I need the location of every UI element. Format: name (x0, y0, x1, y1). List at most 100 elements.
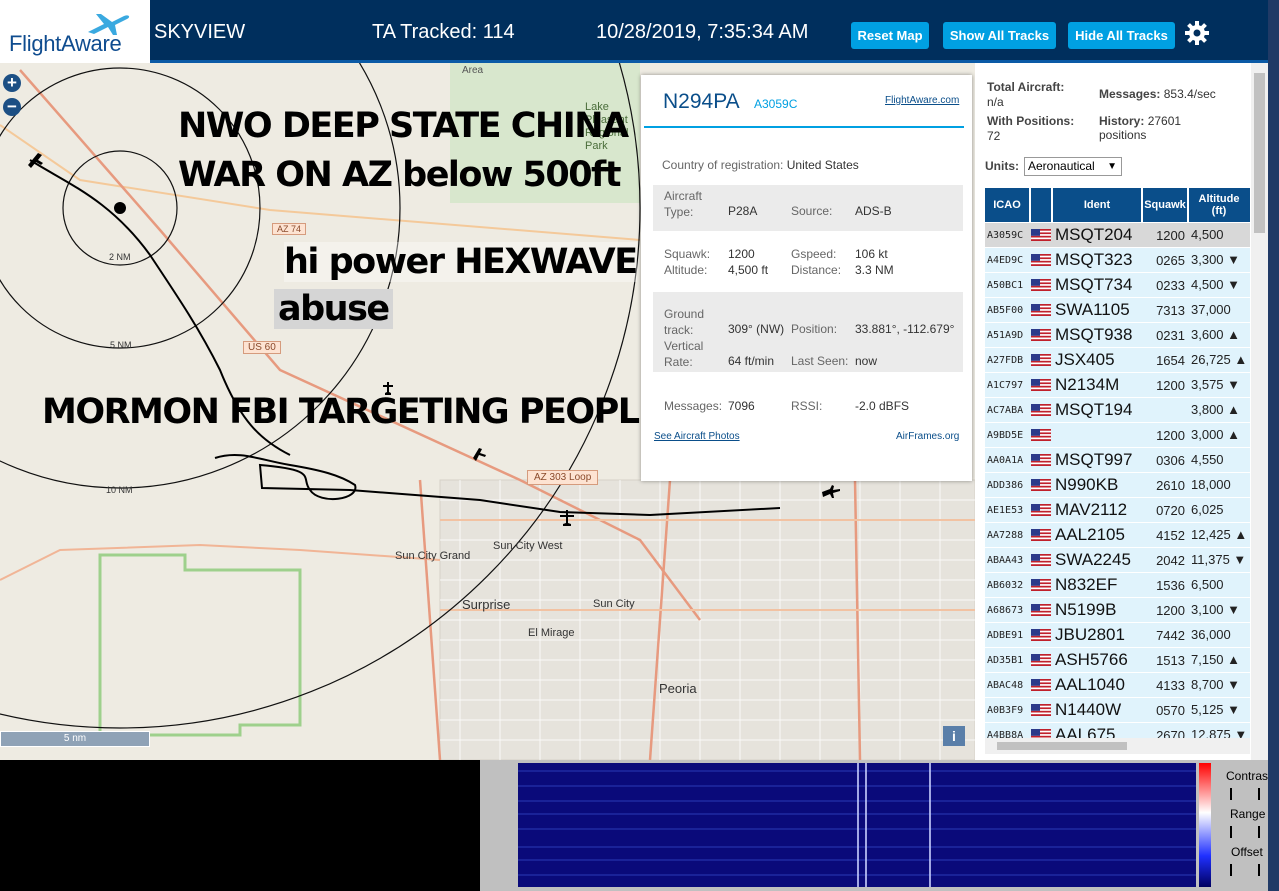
overlay-annotation: MORMON FBI TARGETING PEOPLE (42, 392, 663, 432)
source-label: Source: (791, 204, 833, 218)
skyview-app: FlightAware SKYVIEW TA Tracked: 114 10/2… (0, 0, 1279, 891)
messages-label: Messages: (664, 399, 723, 413)
hide-all-tracks-button[interactable]: Hide All Tracks (1068, 22, 1175, 49)
row-icao: AA7288 (987, 530, 1024, 541)
messages-rate-value: 853.4/sec (1163, 87, 1216, 101)
rssi-value: -2.0 dBFS (855, 399, 910, 413)
table-row[interactable]: A9BD5E 1200 3,000 ▲ (985, 423, 1250, 448)
row-ident: AAL1040 (1055, 675, 1125, 694)
popup-divider (644, 126, 964, 128)
app-title: SKYVIEW (154, 21, 246, 43)
table-row[interactable]: A51A9D MSQT938 0231 3,600 ▲ (985, 323, 1250, 348)
row-icao: A51A9D (987, 330, 1024, 341)
table-row[interactable]: AB5F00 SWA1105 7313 37,000 (985, 298, 1250, 323)
column-squawk[interactable]: Squawk (1143, 188, 1187, 222)
table-row[interactable]: AA0A1A MSQT997 0306 4,550 (985, 448, 1250, 473)
row-altitude: 5,125 ▼ (1191, 702, 1241, 717)
row-ident: N2134M (1055, 375, 1120, 394)
zoom-in-button[interactable]: + (3, 74, 21, 92)
row-icao: A1C797 (987, 380, 1024, 391)
column-icao[interactable]: ICAO (985, 188, 1029, 222)
table-row[interactable]: ADD386 N990KB 2610 18,000 (985, 473, 1250, 498)
airframes-link[interactable]: AirFrames.org (896, 431, 959, 442)
row-squawk: 0306 (1156, 453, 1185, 468)
us-flag-icon (1031, 254, 1051, 266)
table-row[interactable]: A4ED9C MSQT323 0265 3,300 ▼ (985, 248, 1250, 273)
row-ident: MSQT323 (1055, 250, 1133, 269)
tracked-count: TA Tracked: 114 (372, 21, 515, 43)
row-squawk: 4152 (1156, 528, 1185, 543)
table-row[interactable]: A3059C MSQT204 1200 4,500 (985, 223, 1250, 248)
overlay-annotation: hi power HEXWAVE (284, 242, 638, 282)
horizontal-scrollbar[interactable] (985, 738, 1250, 754)
table-row[interactable]: ABAA43 SWA2245 2042 11,375 ▼ (985, 548, 1250, 573)
us-flag-icon (1031, 454, 1051, 466)
reset-map-button[interactable]: Reset Map (851, 22, 929, 49)
row-icao: A9BD5E (987, 430, 1024, 441)
vertical-scrollbar[interactable] (1251, 63, 1268, 760)
us-flag-icon (1031, 229, 1051, 241)
zoom-out-button[interactable]: − (3, 98, 21, 116)
overlay-annotation: NWO DEEP STATE CHINA (178, 106, 629, 146)
source-value: ADS-B (855, 204, 892, 218)
row-altitude: 4,500 (1191, 227, 1224, 242)
row-ident: JBU2801 (1055, 625, 1125, 644)
waterfall-display[interactable] (518, 763, 1196, 887)
table-row[interactable]: A68673 N5199B 1200 3,100 ▼ (985, 598, 1250, 623)
place-label: El Mirage (528, 627, 575, 639)
overlay-annotation: abuse (274, 289, 393, 329)
offset-slider[interactable] (1230, 864, 1260, 876)
row-squawk: 0231 (1156, 328, 1185, 343)
row-ident: N5199B (1055, 600, 1117, 619)
row-altitude: 8,700 ▼ (1191, 677, 1241, 692)
column-altitude[interactable]: Altitude (ft) (1191, 188, 1247, 222)
flightaware-link[interactable]: FlightAware.com (885, 95, 959, 106)
row-ident: SWA2245 (1055, 550, 1131, 569)
gspeed-value: 106 kt (855, 247, 888, 261)
us-flag-icon (1031, 354, 1051, 366)
range-slider[interactable] (1230, 826, 1260, 838)
scrollbar-thumb[interactable] (997, 742, 1127, 750)
table-row[interactable]: AE1E53 MAV2112 0720 6,025 (985, 498, 1250, 523)
us-flag-icon (1031, 329, 1051, 341)
row-squawk: 4133 (1156, 678, 1185, 693)
row-ident: MSQT204 (1055, 225, 1133, 244)
total-aircraft-label: Total Aircraft: (987, 80, 1065, 94)
gear-icon[interactable] (1184, 20, 1210, 46)
row-altitude: 3,800 ▲ (1191, 402, 1241, 417)
map-info-button[interactable]: i (943, 726, 965, 746)
row-icao: A4ED9C (987, 255, 1024, 266)
aircraft-photos-link[interactable]: See Aircraft Photos (654, 431, 740, 442)
row-icao: A0B3F9 (987, 705, 1024, 716)
table-row[interactable]: AD35B1 ASH5766 1513 7,150 ▲ (985, 648, 1250, 673)
row-altitude: 3,300 ▼ (1191, 252, 1241, 267)
table-row[interactable]: AA7288 AAL2105 4152 12,425 ▲ (985, 523, 1250, 548)
scrollbar-thumb[interactable] (1254, 73, 1265, 233)
us-flag-icon (1031, 479, 1051, 491)
contrast-slider[interactable] (1230, 788, 1260, 800)
table-row[interactable]: A50BC1 MSQT734 0233 4,500 ▼ (985, 273, 1250, 298)
row-icao: AE1E53 (987, 505, 1024, 516)
table-row[interactable]: ADBE91 JBU2801 7442 36,000 (985, 623, 1250, 648)
us-flag-icon (1031, 529, 1051, 541)
row-icao: A50BC1 (987, 280, 1024, 291)
table-row[interactable]: ABAC48 AAL1040 4133 8,700 ▼ (985, 673, 1250, 698)
place-label: Sun City Grand (395, 550, 471, 562)
flightaware-logo[interactable]: FlightAware (0, 0, 150, 63)
table-row[interactable]: AC7ABA MSQT194 3,800 ▲ (985, 398, 1250, 423)
table-row[interactable]: A27FDB JSX405 1654 26,725 ▲ (985, 348, 1250, 373)
row-squawk: 1200 (1156, 603, 1185, 618)
row-squawk: 0233 (1156, 278, 1185, 293)
history-label: History: (1099, 114, 1145, 128)
position-value: 33.881°, -112.679° (855, 322, 955, 336)
show-all-tracks-button[interactable]: Show All Tracks (943, 22, 1056, 49)
units-select[interactable]: Aeronautical ▼ (1024, 157, 1122, 176)
popup-registration: N294PA (663, 90, 740, 113)
column-ident[interactable]: Ident (1053, 188, 1141, 222)
range-ring-label: 10 NM (106, 485, 133, 495)
row-altitude: 37,000 (1191, 302, 1231, 317)
table-row[interactable]: A1C797 N2134M 1200 3,575 ▼ (985, 373, 1250, 398)
row-ident: MSQT194 (1055, 400, 1133, 419)
table-row[interactable]: AB6032 N832EF 1536 6,500 (985, 573, 1250, 598)
table-row[interactable]: A0B3F9 N1440W 0570 5,125 ▼ (985, 698, 1250, 723)
